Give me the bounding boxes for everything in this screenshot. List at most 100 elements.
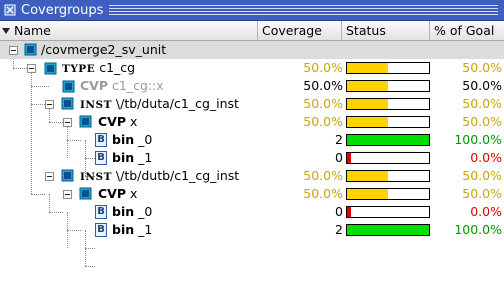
row-name: _1 xyxy=(138,222,153,237)
window-menu-icon[interactable] xyxy=(3,4,16,17)
goal-value: 0.0% xyxy=(470,204,502,219)
row-name: c1_cg::x xyxy=(112,78,164,93)
status-bar xyxy=(346,62,430,74)
goal-value: 50.0% xyxy=(462,96,502,111)
tree-row-label: bin _1 xyxy=(112,221,152,239)
tree-row-label: CVP c1_cg::x xyxy=(80,77,164,95)
collapse-toggle-icon[interactable] xyxy=(45,172,54,181)
status-bar xyxy=(346,188,430,200)
row-name: c1_cg xyxy=(99,60,136,75)
row-name: \/tb/duta/c1_cg_inst xyxy=(115,96,239,111)
coverage-value: 50.0% xyxy=(303,168,343,183)
row-name: x xyxy=(130,114,138,129)
tree-row-inst[interactable]: INST \/tb/duta/c1_cg_inst 50.0% 50.0% xyxy=(0,95,504,113)
row-keyword: CVP xyxy=(98,114,127,129)
tree-row-label: /covmerge2_sv_unit xyxy=(41,42,167,57)
column-goal-header[interactable]: % of Goal xyxy=(430,21,504,40)
collapse-toggle-icon[interactable] xyxy=(27,64,36,73)
coverage-value: 50.0% xyxy=(303,96,343,111)
bin-icon: B xyxy=(95,205,107,219)
tree-row-cvp[interactable]: CVP x 50.0% 50.0% xyxy=(0,185,504,203)
status-bar-fill xyxy=(347,171,388,181)
status-bar xyxy=(346,224,430,236)
tree-row-label: CVP x xyxy=(98,113,137,131)
tree-row-bin[interactable]: B bin _1 2 100.0% xyxy=(0,221,504,239)
column-status-header[interactable]: Status xyxy=(342,21,430,40)
row-keyword: bin xyxy=(112,150,135,165)
status-bar-fill xyxy=(347,99,388,109)
row-keyword: INST xyxy=(80,99,112,111)
goal-value: 50.0% xyxy=(462,60,502,75)
bin-icon: B xyxy=(95,223,107,237)
status-bar xyxy=(346,98,430,110)
row-name: _0 xyxy=(138,204,153,219)
status-bar-fill xyxy=(347,63,388,73)
coverpoint-icon xyxy=(62,80,75,93)
coverage-value: 50.0% xyxy=(303,60,343,75)
tree-row-bin[interactable]: B bin _1 0 0.0% xyxy=(0,149,504,167)
row-name: x xyxy=(130,186,138,201)
covergroup-icon xyxy=(44,62,57,75)
tree-row-cvp[interactable]: CVP x 50.0% 50.0% xyxy=(0,113,504,131)
row-keyword: INST xyxy=(80,171,112,183)
tree-row-label: TYPE c1_cg xyxy=(62,59,135,77)
tree-row-label: CVP x xyxy=(98,185,137,203)
status-bar xyxy=(346,80,430,92)
status-bar xyxy=(346,116,430,128)
row-name: _0 xyxy=(138,132,153,147)
status-bar-fill xyxy=(347,225,429,235)
tree-row-label: bin _1 xyxy=(112,149,152,167)
coverage-value: 50.0% xyxy=(303,78,343,93)
tree-row-bin[interactable]: B bin _0 0 0.0% xyxy=(0,203,504,221)
tree-row-type[interactable]: TYPE c1_cg 50.0% 50.0% xyxy=(0,59,504,77)
status-bar xyxy=(346,206,430,218)
column-goal-label: % of Goal xyxy=(434,23,495,38)
row-name: \/tb/dutb/c1_cg_inst xyxy=(115,168,240,183)
coverpoint-icon xyxy=(79,115,92,128)
goal-value: 50.0% xyxy=(462,114,502,129)
sort-arrow-icon xyxy=(2,28,10,34)
collapse-toggle-icon[interactable] xyxy=(9,46,18,55)
covergroup-tree[interactable]: /covmerge2_sv_unit TYPE c1_cg 50.0% 50.0%… xyxy=(0,41,504,305)
tree-row-cvp-type[interactable]: CVP c1_cg::x 50.0% 50.0% xyxy=(0,77,504,95)
tree-row-label: bin _0 xyxy=(112,131,152,149)
bin-icon: B xyxy=(95,133,107,147)
bin-icon: B xyxy=(95,151,107,165)
row-keyword: CVP xyxy=(98,186,127,201)
tree-row-inst[interactable]: INST \/tb/dutb/c1_cg_inst 50.0% 50.0% xyxy=(0,167,504,185)
title-bar[interactable]: Covergroups xyxy=(0,0,504,21)
tree-line xyxy=(85,248,95,249)
status-bar xyxy=(346,152,430,164)
tree-row-label: INST \/tb/dutb/c1_cg_inst xyxy=(80,167,239,185)
coverage-value: 2 xyxy=(335,222,343,237)
instance-icon xyxy=(61,169,74,182)
status-bar xyxy=(346,170,430,182)
tree-row-label: bin _0 xyxy=(112,203,152,221)
column-coverage-label: Coverage xyxy=(262,23,322,38)
column-name-header[interactable]: Name xyxy=(0,21,258,40)
status-bar-fill xyxy=(347,135,429,145)
goal-value: 100.0% xyxy=(454,132,502,147)
collapse-toggle-icon[interactable] xyxy=(45,100,54,109)
tree-row-label: INST \/tb/duta/c1_cg_inst xyxy=(80,95,239,113)
tree-row-bin[interactable]: B bin _0 2 100.0% xyxy=(0,131,504,149)
status-bar-fill xyxy=(347,81,388,91)
instance-icon xyxy=(61,97,74,110)
status-bar-fill xyxy=(347,153,351,163)
row-keyword: bin xyxy=(112,204,135,219)
row-keyword: CVP xyxy=(80,78,109,93)
goal-value: 50.0% xyxy=(462,168,502,183)
coverage-value: 50.0% xyxy=(303,114,343,129)
status-bar xyxy=(346,134,430,146)
goal-value: 100.0% xyxy=(454,222,502,237)
coverage-value: 0 xyxy=(335,204,343,219)
collapse-toggle-icon[interactable] xyxy=(63,190,72,199)
coverage-value: 0 xyxy=(335,150,343,165)
title-bar-grip[interactable] xyxy=(109,4,498,16)
column-coverage-header[interactable]: Coverage xyxy=(258,21,342,40)
coverage-value: 2 xyxy=(335,132,343,147)
column-name-label: Name xyxy=(14,23,51,38)
goal-value: 0.0% xyxy=(470,150,502,165)
tree-row-root[interactable]: /covmerge2_sv_unit xyxy=(0,41,504,59)
collapse-toggle-icon[interactable] xyxy=(63,118,72,127)
